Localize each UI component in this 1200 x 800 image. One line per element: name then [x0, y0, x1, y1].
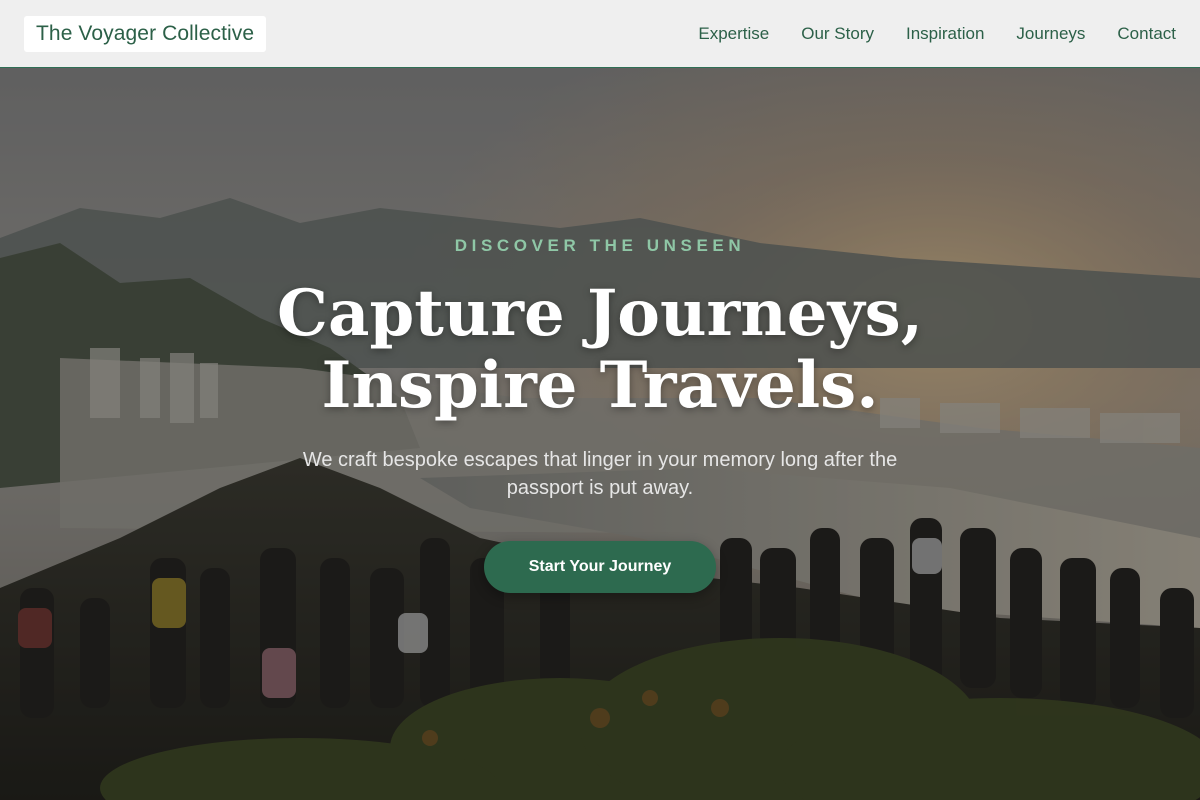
nav-link-journeys[interactable]: Journeys	[1016, 24, 1085, 44]
nav-link-inspiration[interactable]: Inspiration	[906, 24, 984, 44]
hero-headline-line2: Inspire Travels.	[321, 348, 879, 423]
site-logo[interactable]: The Voyager Collective	[24, 15, 267, 52]
hero-content: DISCOVER THE UNSEEN Capture Journeys, In…	[0, 68, 1200, 800]
hero-headline-line1: Capture Journeys,	[277, 276, 923, 351]
main-nav: Expertise Our Story Inspiration Journeys…	[698, 24, 1176, 44]
nav-link-our-story[interactable]: Our Story	[801, 24, 874, 44]
hero-subtitle: We craft bespoke escapes that linger in …	[302, 449, 898, 499]
nav-link-contact[interactable]: Contact	[1117, 24, 1176, 44]
nav-link-expertise[interactable]: Expertise	[698, 24, 769, 44]
hero-eyebrow: DISCOVER THE UNSEEN	[454, 236, 746, 255]
hero-headline: Capture Journeys, Inspire Travels.	[277, 278, 923, 422]
site-header: The Voyager Collective Expertise Our Sto…	[0, 0, 1200, 68]
start-journey-button[interactable]: Start Your Journey	[484, 541, 716, 593]
